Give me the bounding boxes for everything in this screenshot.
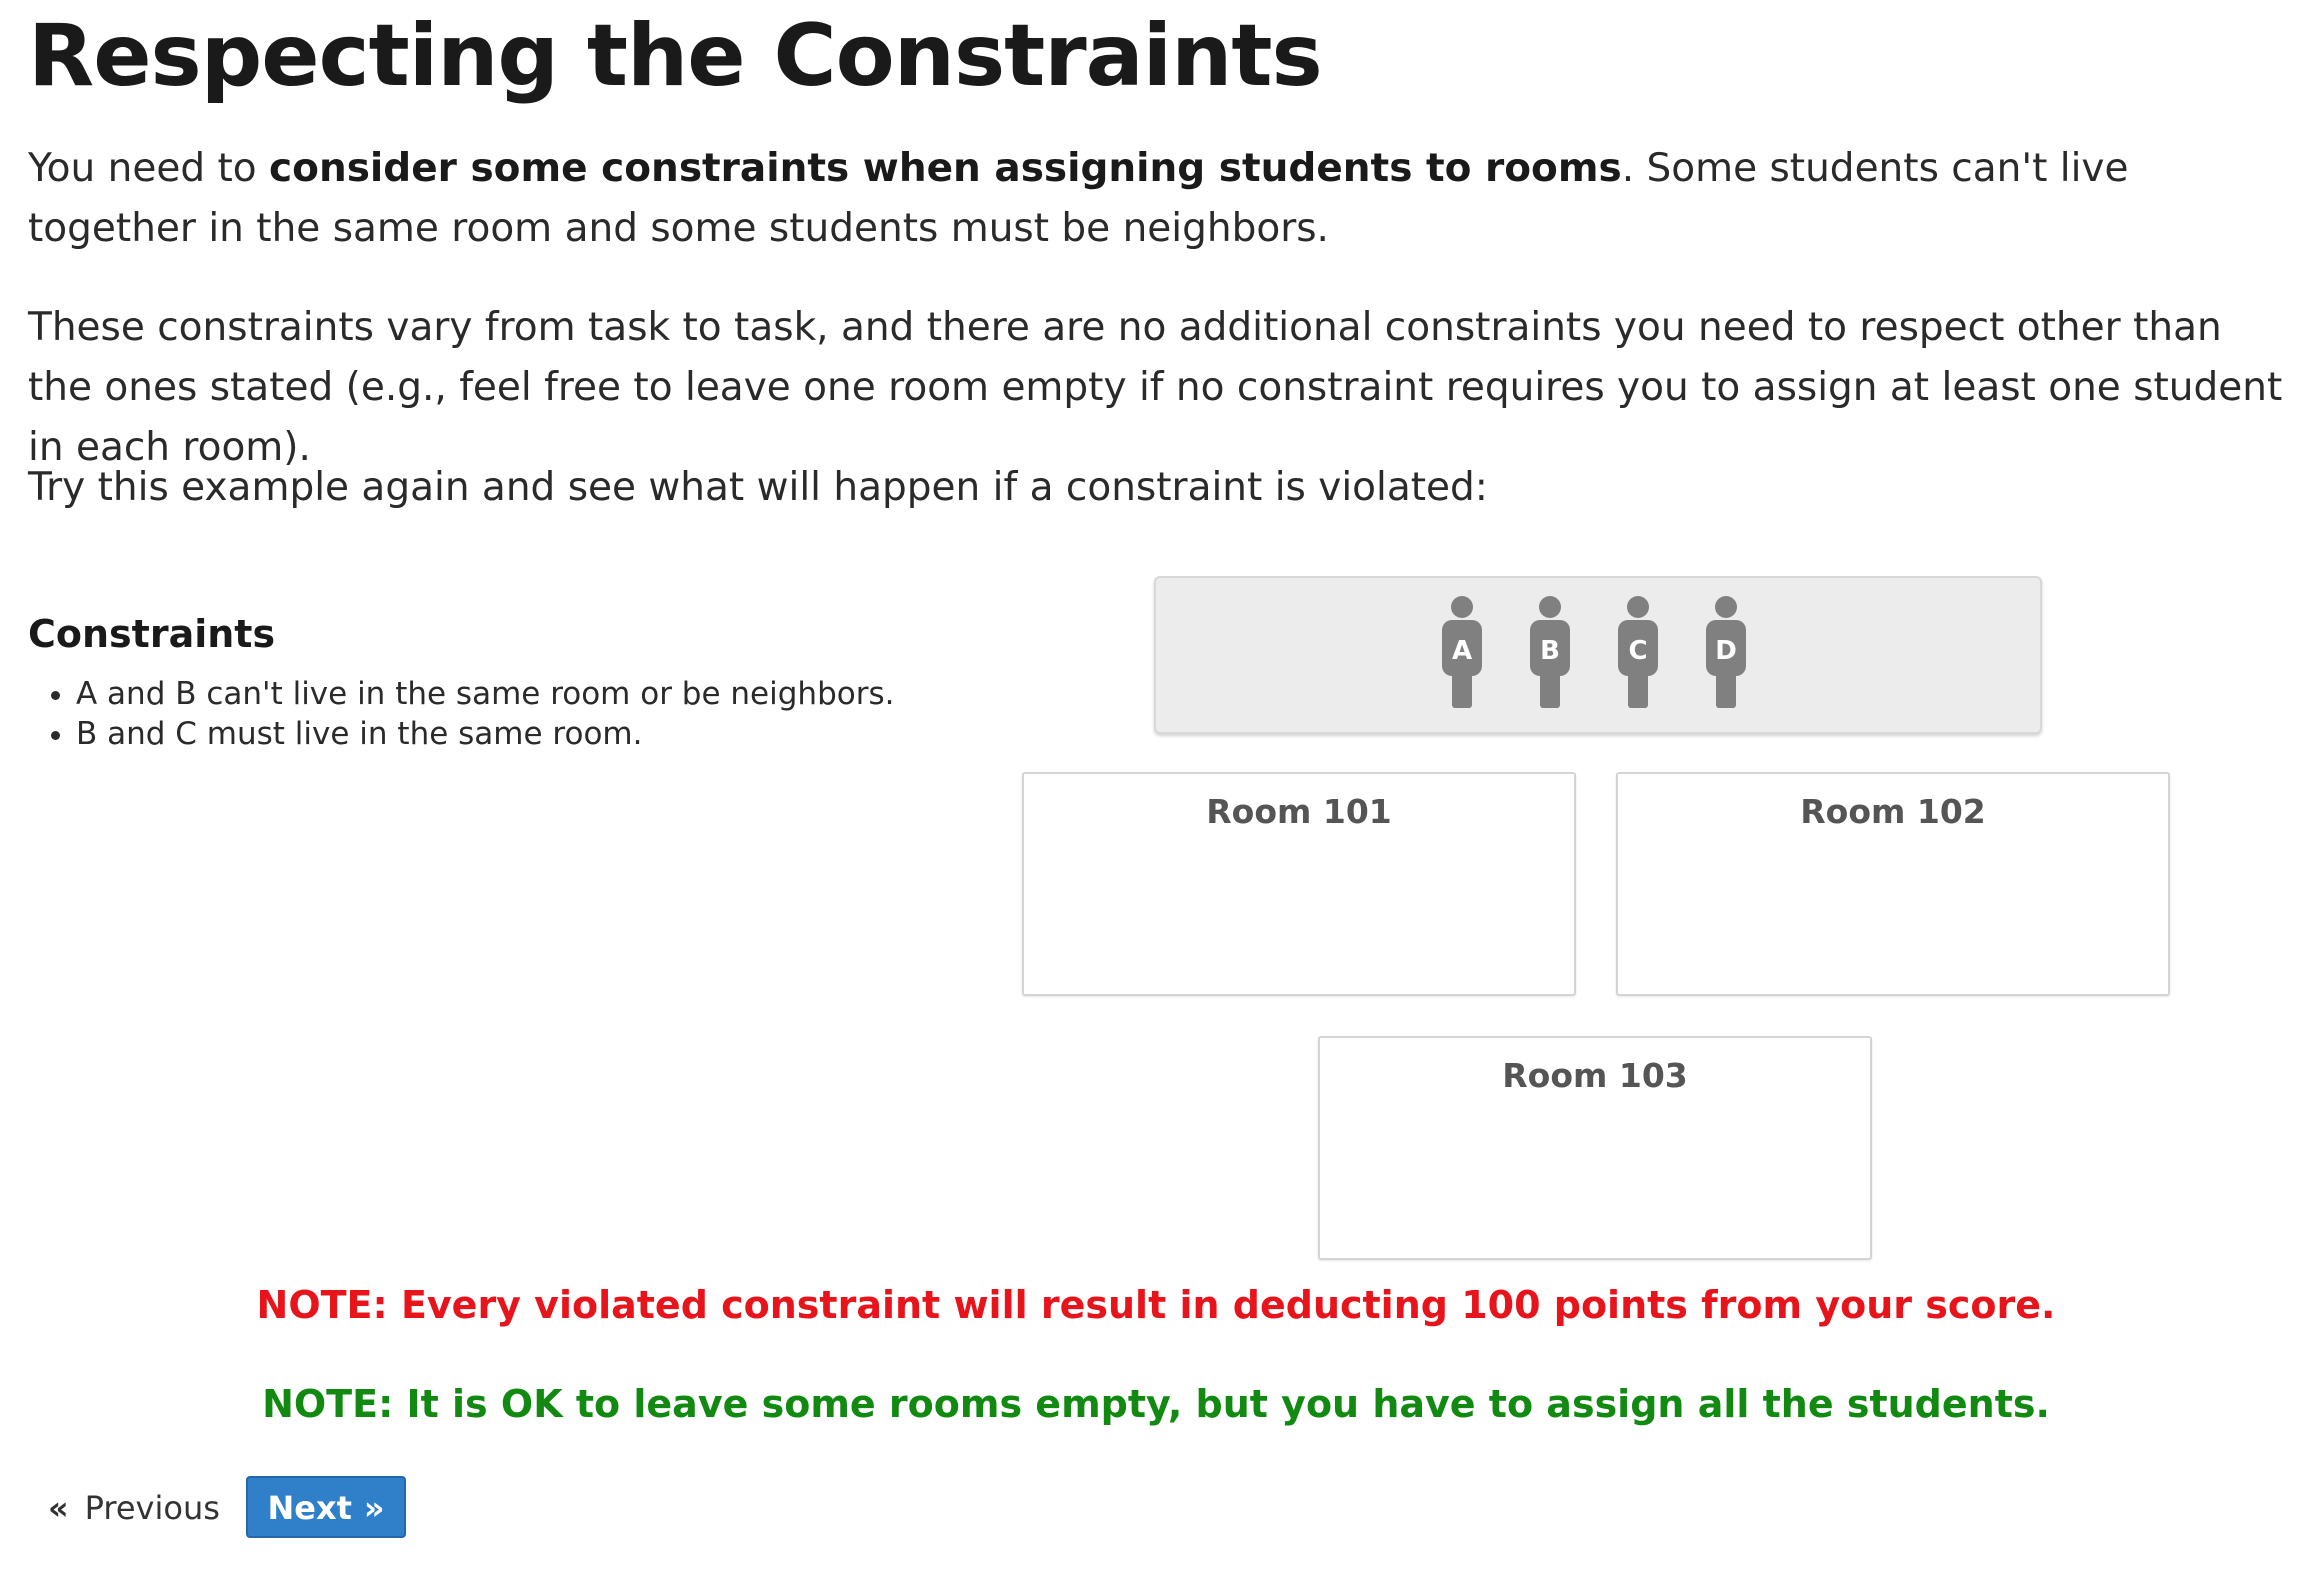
intro-paragraph-1: You need to consider some constraints wh… xyxy=(28,139,2288,259)
constraints-heading: Constraints xyxy=(28,612,276,656)
double-chevron-right-icon: » xyxy=(363,1489,385,1527)
intro-p1-bold: consider some constraints when assigning… xyxy=(269,146,1622,191)
room-label: Room 101 xyxy=(1206,792,1392,831)
student-label: A xyxy=(1451,636,1473,666)
room-label: Room 103 xyxy=(1502,1056,1688,1095)
student-pool[interactable]: A B C D xyxy=(1154,576,2042,734)
constraints-panel: Constraints A and B can't live in the sa… xyxy=(28,612,928,754)
next-label: Next xyxy=(267,1489,352,1527)
student-label: B xyxy=(1540,636,1560,666)
constraint-item: A and B can't live in the same room or b… xyxy=(76,674,928,714)
student-label: C xyxy=(1628,636,1648,666)
room-102-dropzone[interactable]: Room 102 xyxy=(1616,772,2170,996)
intro-paragraph-3: Try this example again and see what will… xyxy=(28,465,1488,510)
page: Respecting the Constraints You need to c… xyxy=(0,0,2312,1574)
page-title: Respecting the Constraints xyxy=(28,6,1323,106)
student-d[interactable]: D xyxy=(1702,596,1750,708)
room-103-dropzone[interactable]: Room 103 xyxy=(1318,1036,1872,1260)
student-a[interactable]: A xyxy=(1438,596,1486,708)
previous-button[interactable]: « Previous xyxy=(48,1476,220,1540)
student-b[interactable]: B xyxy=(1526,596,1574,708)
room-101-dropzone[interactable]: Room 101 xyxy=(1022,772,1576,996)
empty-rooms-note: NOTE: It is OK to leave some rooms empty… xyxy=(262,1382,2050,1426)
next-button[interactable]: Next » xyxy=(246,1476,406,1538)
intro-paragraph-2: These constraints vary from task to task… xyxy=(28,305,2283,470)
room-label: Room 102 xyxy=(1800,792,1986,831)
student-c[interactable]: C xyxy=(1614,596,1662,708)
previous-label: Previous xyxy=(84,1489,220,1527)
intro-p1-pre: You need to xyxy=(28,146,270,191)
penalty-note: NOTE: Every violated constraint will res… xyxy=(256,1283,2056,1327)
student-label: D xyxy=(1715,636,1737,666)
constraints-list: A and B can't live in the same room or b… xyxy=(28,674,928,754)
double-chevron-left-icon: « xyxy=(48,1489,69,1527)
constraint-item: B and C must live in the same room. xyxy=(76,714,928,754)
